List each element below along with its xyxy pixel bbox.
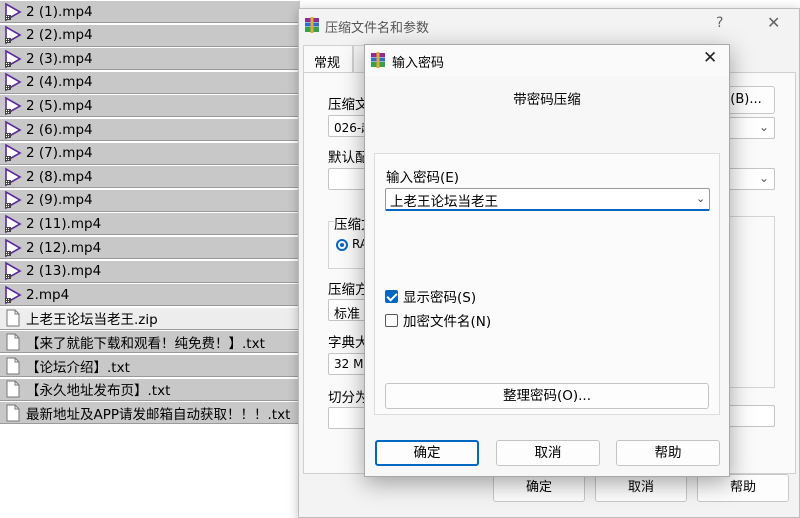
show-password-checkbox[interactable]: [385, 289, 398, 303]
file-list-item[interactable]: 【来了就能下载和观看！纯免费！】.txt: [0, 331, 300, 354]
archive-help-icon[interactable]: ?: [716, 15, 723, 31]
help-button[interactable]: 帮助: [616, 440, 720, 466]
show-password-label: 显示密码(S): [403, 290, 477, 306]
file-name: 2 (9).mp4: [26, 192, 93, 209]
tab-general[interactable]: 常规: [303, 45, 353, 73]
archive-dialog-title: 压缩文件名和参数: [325, 21, 430, 36]
file-list-item[interactable]: 2 (12).mp4: [0, 237, 300, 259]
file-name: 上老王论坛当老王.zip: [26, 312, 158, 329]
password-dialog-titlebar: 输入密码 ✕: [365, 45, 729, 76]
ok-button[interactable]: 确定: [375, 440, 479, 466]
file-name: 2 (6).mp4: [26, 121, 93, 138]
encrypt-filenames-checkbox[interactable]: [385, 313, 398, 327]
rar-radio-icon[interactable]: [336, 239, 348, 251]
video-file-icon: [3, 238, 23, 258]
file-list-item[interactable]: 最新地址及APP请发邮箱自动获取！！！.txt: [0, 402, 300, 425]
password-label: 输入密码(E): [386, 170, 460, 186]
file-list-item[interactable]: 2 (11).mp4: [0, 213, 300, 236]
file-name: 2 (8).mp4: [26, 168, 93, 185]
chevron-down-icon: ⌄: [759, 171, 770, 185]
file-name: 2 (1).mp4: [26, 3, 93, 20]
archive-ok-button[interactable]: 确定: [493, 474, 585, 502]
password-combo[interactable]: ⌄: [385, 188, 710, 211]
file-name: 2 (7).mp4: [26, 145, 93, 162]
file-list-item[interactable]: 上老王论坛当老王.zip: [0, 307, 300, 330]
archive-cancel-button[interactable]: 取消: [595, 474, 687, 502]
file-name: 【永久地址发布页】.txt: [26, 383, 171, 400]
organize-passwords-button[interactable]: 整理密码(O)...: [385, 383, 709, 409]
archive-close-icon[interactable]: ✕: [767, 13, 780, 32]
encrypt-filenames-label: 加密文件名(N): [403, 314, 492, 330]
file-list-item[interactable]: 【永久地址发布页】.txt: [0, 378, 300, 401]
file-list-item[interactable]: 2 (9).mp4: [0, 189, 300, 212]
password-input[interactable]: [390, 190, 690, 209]
winrar-icon: [305, 17, 319, 33]
file-name: 【来了就能下载和观看！纯免费！】.txt: [26, 335, 265, 352]
file-list-item[interactable]: 【论坛介绍】.txt: [0, 355, 300, 377]
document-file-icon: [3, 379, 23, 399]
video-file-icon: [3, 2, 23, 22]
file-list-item[interactable]: 2.mp4: [0, 284, 300, 307]
encrypt-filenames-option[interactable]: 加密文件名(N): [385, 310, 491, 330]
file-name: 2 (12).mp4: [26, 239, 102, 256]
file-name: 2 (13).mp4: [26, 263, 102, 280]
archive-dialog-titlebar: 压缩文件名和参数 ? ✕: [299, 9, 799, 41]
enter-password-dialog: 输入密码 ✕ 带密码压缩 输入密码(E) ⌄ 显示密码(S) 加密文件名(N) …: [364, 44, 730, 477]
video-file-icon: [3, 72, 23, 92]
file-list: 2 (1).mp4 2 (2).mp4 2 (3).mp4 2 (4).mp4 2 (5…: [0, 0, 305, 437]
document-file-icon: [3, 308, 23, 328]
file-name: 【论坛介绍】.txt: [26, 359, 130, 376]
video-file-icon: [3, 190, 23, 210]
video-file-icon: [3, 214, 23, 234]
file-name: 2 (5).mp4: [26, 97, 93, 114]
video-file-icon: [3, 25, 23, 45]
file-list-item[interactable]: 2 (2).mp4: [0, 24, 300, 47]
document-file-icon: [3, 332, 23, 352]
file-name: 2 (3).mp4: [26, 50, 93, 67]
video-file-icon: [3, 49, 23, 69]
file-name: 最新地址及APP请发邮箱自动获取！！！.txt: [26, 406, 291, 423]
file-name: 2 (4).mp4: [26, 74, 93, 91]
file-list-item[interactable]: 2 (6).mp4: [0, 119, 300, 141]
file-list-item[interactable]: 2 (13).mp4: [0, 260, 300, 283]
close-icon[interactable]: ✕: [703, 48, 717, 68]
video-file-icon: [3, 261, 23, 281]
password-dialog-title: 输入密码: [392, 56, 445, 71]
file-list-item[interactable]: 2 (3).mp4: [0, 48, 300, 71]
video-file-icon: [3, 120, 23, 140]
video-file-icon: [3, 285, 23, 305]
winrar-icon: [371, 52, 385, 68]
video-file-icon: [3, 143, 23, 163]
video-file-icon: [3, 167, 23, 187]
file-list-item[interactable]: 2 (5).mp4: [0, 95, 300, 118]
chevron-down-icon[interactable]: ⌄: [696, 192, 705, 205]
show-password-option[interactable]: 显示密码(S): [385, 286, 476, 306]
file-list-item[interactable]: 2 (8).mp4: [0, 166, 300, 189]
document-file-icon: [3, 403, 23, 423]
file-name: 2 (11).mp4: [26, 215, 102, 232]
password-dialog-heading: 带密码压缩: [513, 92, 581, 108]
archive-help-button[interactable]: 帮助: [697, 474, 789, 502]
document-file-icon: [3, 356, 23, 376]
video-file-icon: [3, 96, 23, 116]
chevron-down-icon: ⌄: [759, 120, 770, 134]
password-panel: 输入密码(E) ⌄ 显示密码(S) 加密文件名(N) 整理密码(O)...: [374, 153, 720, 415]
file-list-item[interactable]: 2 (7).mp4: [0, 142, 300, 165]
file-name: 2.mp4: [26, 286, 70, 303]
file-list-item[interactable]: 2 (4).mp4: [0, 71, 300, 94]
file-name: 2 (2).mp4: [26, 27, 93, 44]
file-list-item[interactable]: 2 (1).mp4: [0, 1, 300, 23]
cancel-button[interactable]: 取消: [496, 440, 600, 466]
